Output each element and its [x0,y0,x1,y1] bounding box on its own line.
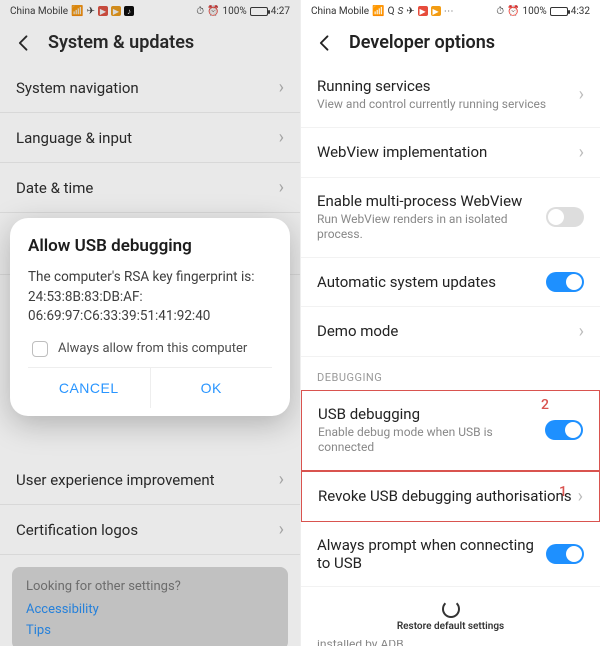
row-title: Date & time [16,179,279,197]
app-icon: ▶ [431,6,441,16]
row-revoke-usb[interactable]: Revoke USB debugging authorisations 1 › [301,471,600,522]
row-subtitle: Run WebView renders in an isolated proce… [317,212,546,243]
carrier-label: China Mobile [311,6,369,17]
chevron-right-icon: › [579,321,584,342]
tiktok-icon: ♪ [124,6,134,16]
time-label: 4:32 [571,6,590,17]
page-header: System & updates [0,22,300,63]
app-icon: ▶ [418,6,428,16]
chevron-right-icon: › [279,177,284,198]
chevron-right-icon: › [279,77,284,98]
hint-tips-link[interactable]: Tips [26,623,274,638]
always-allow-row[interactable]: Always allow from this computer [28,341,272,357]
chevron-right-icon: › [279,519,284,540]
usb-debugging-toggle[interactable] [545,420,583,440]
hint-question: Looking for other settings? [26,579,274,594]
row-demo-mode[interactable]: Demo mode › [301,307,600,357]
row-title: Revoke USB debugging authorisations [318,487,578,505]
back-icon[interactable] [315,33,335,53]
row-certification-logos[interactable]: Certification logos › [0,505,300,555]
ok-button[interactable]: OK [151,368,273,408]
page-title: System & updates [48,32,194,53]
row-subtitle: View and control currently running servi… [317,97,579,113]
row-user-experience[interactable]: User experience improvement › [0,455,300,505]
app-icon: ▶ [111,6,121,16]
statusbar: China Mobile 📶✈ ▶ ▶ ♪ ⏱⏰ 100% 4:27 [0,0,300,22]
battery-icon [250,7,268,16]
battery-icon [550,7,568,16]
auto-updates-toggle[interactable] [546,272,584,292]
carrier-label: China Mobile [10,6,68,17]
cancel-button[interactable]: CANCEL [28,368,151,408]
always-allow-checkbox[interactable] [32,341,48,357]
multiprocess-toggle[interactable] [546,207,584,227]
hint-accessibility-link[interactable]: Accessibility [26,602,274,617]
row-title: User experience improvement [16,471,279,489]
battery-label: 100% [223,6,247,17]
time-label: 4:27 [271,6,290,17]
row-title: Always prompt when connecting to USB [317,536,546,572]
back-icon[interactable] [14,33,34,53]
restore-defaults-button[interactable]: Restore default settings [301,592,600,640]
row-webview-impl[interactable]: WebView implementation › [301,128,600,178]
row-title: Certification logos [16,521,279,539]
row-title: Running services [317,77,579,95]
row-auto-updates[interactable]: Automatic system updates [301,258,600,307]
restore-label: Restore default settings [301,621,600,632]
row-title: System navigation [16,79,279,97]
row-multiprocess-webview[interactable]: Enable multi-process WebView Run WebView… [301,178,600,258]
always-allow-label: Always allow from this computer [58,341,247,356]
row-title: Enable multi-process WebView [317,192,546,210]
chevron-right-icon: › [279,127,284,148]
dialog-title: Allow USB debugging [28,236,272,256]
row-title: Automatic system updates [317,273,546,291]
row-usb-debugging[interactable]: USB debugging Enable debug mode when USB… [301,390,600,471]
statusbar: China Mobile 📶QS✈ ▶ ▶ ⋯ ⏱⏰ 100% 4:32 [301,0,600,22]
row-language-input[interactable]: Language & input › [0,113,300,163]
chevron-right-icon: › [279,469,284,490]
hint-card: Looking for other settings? Accessibilit… [12,567,288,646]
dialog-body: The computer's RSA key fingerprint is: 2… [28,268,272,327]
chevron-right-icon: › [578,486,583,507]
debugging-section: DEBUGGING [301,357,600,390]
row-running-services[interactable]: Running services View and control curren… [301,63,600,128]
row-date-time[interactable]: Date & time › [0,163,300,213]
page-header: Developer options [301,22,600,63]
chevron-right-icon: › [579,142,584,163]
row-title: WebView implementation [317,143,579,161]
always-prompt-toggle[interactable] [546,544,584,564]
restore-icon [442,600,460,618]
annotation-2: 2 [541,397,549,413]
page-title: Developer options [349,32,495,53]
row-subtitle: Enable debug mode when USB is connected [318,425,545,456]
row-title: Language & input [16,129,279,147]
row-always-prompt-usb[interactable]: Always prompt when connecting to USB [301,522,600,587]
row-system-navigation[interactable]: System navigation › [0,63,300,113]
row-title: USB debugging [318,405,545,423]
annotation-1: 1 [559,484,567,500]
app-icon: ▶ [98,6,108,16]
battery-label: 100% [523,6,547,17]
usb-debug-dialog: Allow USB debugging The computer's RSA k… [10,218,290,416]
row-title: Demo mode [317,322,579,340]
chevron-right-icon: › [579,84,584,105]
